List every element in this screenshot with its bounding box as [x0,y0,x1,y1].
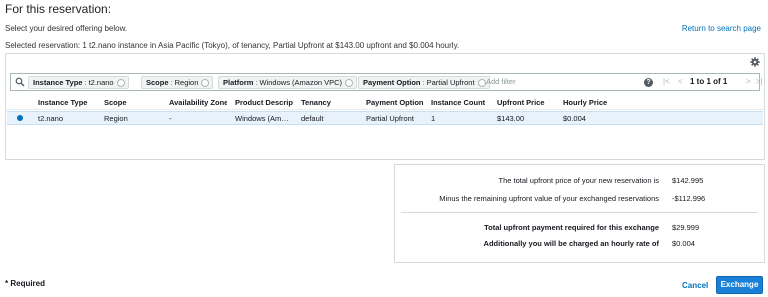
cell-instance-type: t2.nano [38,114,64,123]
filter-chip-key: Payment Option [363,78,421,87]
cell-scope: Region [104,114,128,123]
cell-payment-option: Partial Upfront [366,114,414,123]
row-radio-selected[interactable] [17,115,23,121]
filter-chip-key: Platform [223,78,254,87]
remove-filter-icon[interactable] [477,79,486,87]
exchange-summary-panel: The total upfront price of your new rese… [394,164,765,263]
summary-label-payment-required: Total upfront payment required for this … [484,223,659,232]
summary-label-total-upfront: The total upfront price of your new rese… [498,176,660,185]
column-header-instance-type[interactable]: Instance Type [38,98,88,107]
filter-chip-value: t2.nano [88,78,114,87]
filter-chip-platform[interactable]: Platform: Windows (Amazon VPC) [218,76,358,89]
cell-product-description: Windows (Amazon VPC) [235,114,292,123]
cancel-button[interactable]: Cancel [682,281,708,290]
filter-bar[interactable]: Instance Type: t2.nano Scope: Region Platf… [10,73,763,91]
summary-label-remaining-value: Minus the remaining upfront value of you… [439,194,659,203]
column-header-product-description[interactable]: Product Description [235,98,293,107]
column-header-tenancy[interactable]: Tenancy [301,98,346,107]
filter-chip-value: Partial Upfront [426,78,475,87]
filter-chip-key: Instance Type [33,78,83,87]
summary-label-hourly-rate: Additionally you will be charged an hour… [483,239,659,248]
cell-hourly-price: $0.004 [563,114,586,123]
summary-value-remaining-value: -$112.996 [672,194,706,203]
filter-chip-scope[interactable]: Scope: Region [141,76,214,89]
column-header-payment-option[interactable]: Payment Option [366,98,423,107]
page-range: 1 to 1 of 1 [690,77,728,86]
filter-chip-value: Windows (Amazon VPC) [259,78,343,87]
gear-icon[interactable] [750,57,760,67]
summary-value-hourly-rate: $0.004 [672,239,695,248]
required-note: * Required [5,279,46,288]
search-icon [15,77,25,87]
first-page-button[interactable]: |< [663,77,670,86]
column-header-availability-zone[interactable]: Availability Zone [169,98,227,107]
summary-value-payment-required: $29.999 [672,223,700,232]
column-header-scope[interactable]: Scope [104,98,144,107]
cell-availability-zone: - [169,114,172,123]
filter-chip-payment-option[interactable]: Payment Option: Partial Upfront [358,76,490,89]
instructions-text: Select your desired offering below. [5,24,128,33]
filter-chip-value: Region [174,78,199,87]
add-filter-input[interactable]: Add filter [486,77,516,86]
remove-filter-icon[interactable] [345,79,354,87]
offerings-table-panel: Instance Type: t2.nano Scope: Region Platf… [5,53,765,160]
column-header-instance-count[interactable]: Instance Count [431,98,488,107]
exchange-button[interactable]: Exchange [716,276,763,294]
help-icon[interactable]: ? [644,78,653,87]
remove-filter-icon[interactable] [116,79,125,87]
last-page-button[interactable]: >| [756,77,763,86]
summary-value-total-upfront: $142.995 [672,176,704,185]
remove-filter-icon[interactable] [201,79,210,87]
filter-chip-instance-type[interactable]: Instance Type: t2.nano [28,76,129,89]
column-header-upfront-price[interactable]: Upfront Price [497,98,553,107]
previous-page-button[interactable]: < [678,77,683,86]
summary-divider [401,212,758,213]
page-title: For this reservation: [5,2,112,16]
column-header-hourly-price[interactable]: Hourly Price [563,98,618,107]
table-header-row: Instance Type Scope Availability Zone Pr… [6,95,764,110]
return-to-search-link[interactable]: Return to search page [682,24,761,33]
cell-upfront-price: $143.00 [497,114,525,123]
cell-instance-count: 1 [431,114,436,123]
next-page-button[interactable]: > [746,77,751,86]
table-row[interactable]: t2.nano Region - Windows (Amazon VPC) de… [7,111,763,125]
selected-reservation-text: Selected reservation: 1 t2.nano instance… [5,41,460,50]
cell-tenancy: default [301,114,324,123]
filter-chip-key: Scope [146,78,169,87]
